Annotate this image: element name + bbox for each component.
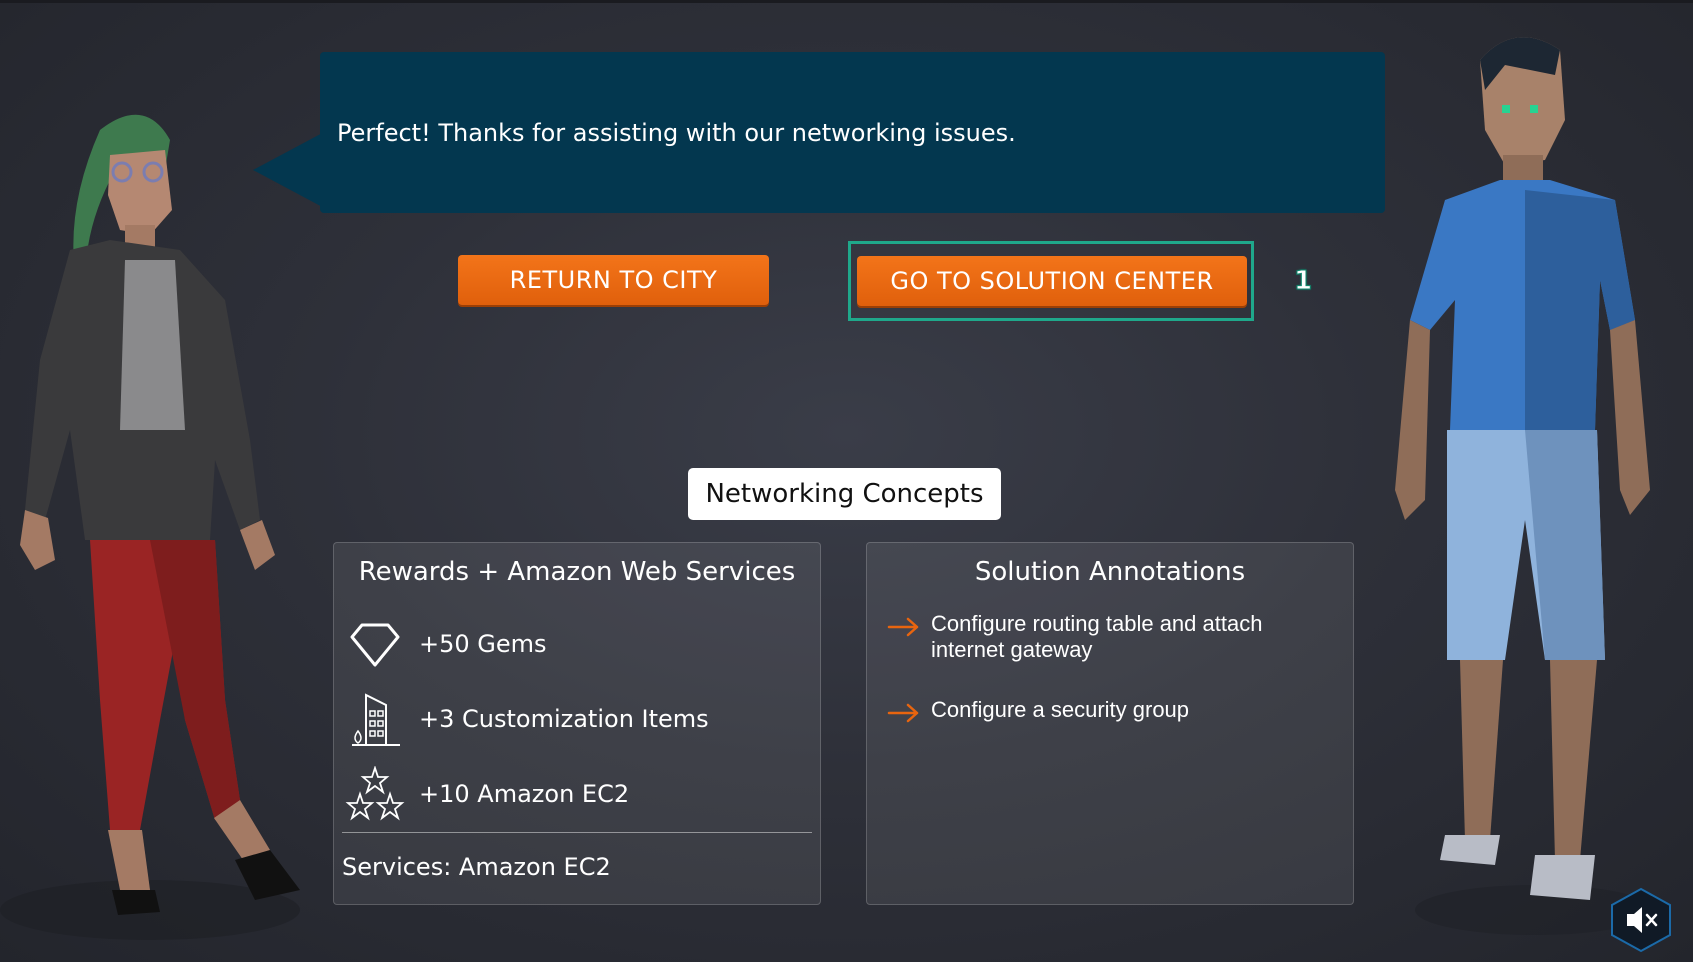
arrow-right-icon — [887, 703, 923, 727]
reward-label: +50 Gems — [419, 630, 547, 658]
annotation-item: Configure routing table and attach inter… — [887, 611, 1327, 663]
return-to-city-button[interactable]: RETURN TO CITY — [458, 255, 769, 305]
reward-label: +10 Amazon EC2 — [419, 780, 630, 808]
sound-toggle-button[interactable] — [1609, 887, 1673, 953]
rewards-title: Rewards + Amazon Web Services — [358, 557, 796, 587]
annotation-text: Configure routing table and attach inter… — [931, 611, 1263, 662]
annotation-item: Configure a security group — [887, 697, 1327, 727]
speaker-muted-icon — [1611, 887, 1671, 953]
annotations-title: Solution Annotations — [974, 557, 1246, 587]
speech-bubble: Perfect! Thanks for assisting with our n… — [320, 52, 1385, 213]
stars-icon — [344, 763, 406, 825]
go-to-solution-center-button[interactable]: GO TO SOLUTION CENTER — [857, 256, 1247, 306]
divider — [342, 832, 812, 833]
building-icon — [344, 688, 406, 750]
arrow-right-icon — [887, 617, 923, 641]
woman-character — [0, 114, 300, 940]
reward-row-ec2: +10 Amazon EC2 — [344, 763, 629, 825]
solution-annotations-panel: Solution Annotations Configure routing t… — [866, 542, 1354, 905]
speech-bubble-tail — [253, 130, 328, 210]
annotation-text: Configure a security group — [931, 697, 1190, 722]
reward-row-items: +3 Customization Items — [344, 688, 709, 750]
diamond-icon — [344, 613, 406, 675]
rewards-panel: Rewards + Amazon Web Services +50 Gems +… — [333, 542, 821, 905]
step-marker: 1 — [1293, 266, 1313, 297]
reward-row-gems: +50 Gems — [344, 613, 547, 675]
top-border — [0, 0, 1693, 3]
networking-concepts-tag: Networking Concepts — [688, 468, 1001, 520]
man-character — [1395, 37, 1655, 935]
reward-label: +3 Customization Items — [419, 705, 709, 733]
services-label: Services: Amazon EC2 — [342, 853, 611, 881]
dialog-message: Perfect! Thanks for assisting with our n… — [337, 118, 1016, 147]
